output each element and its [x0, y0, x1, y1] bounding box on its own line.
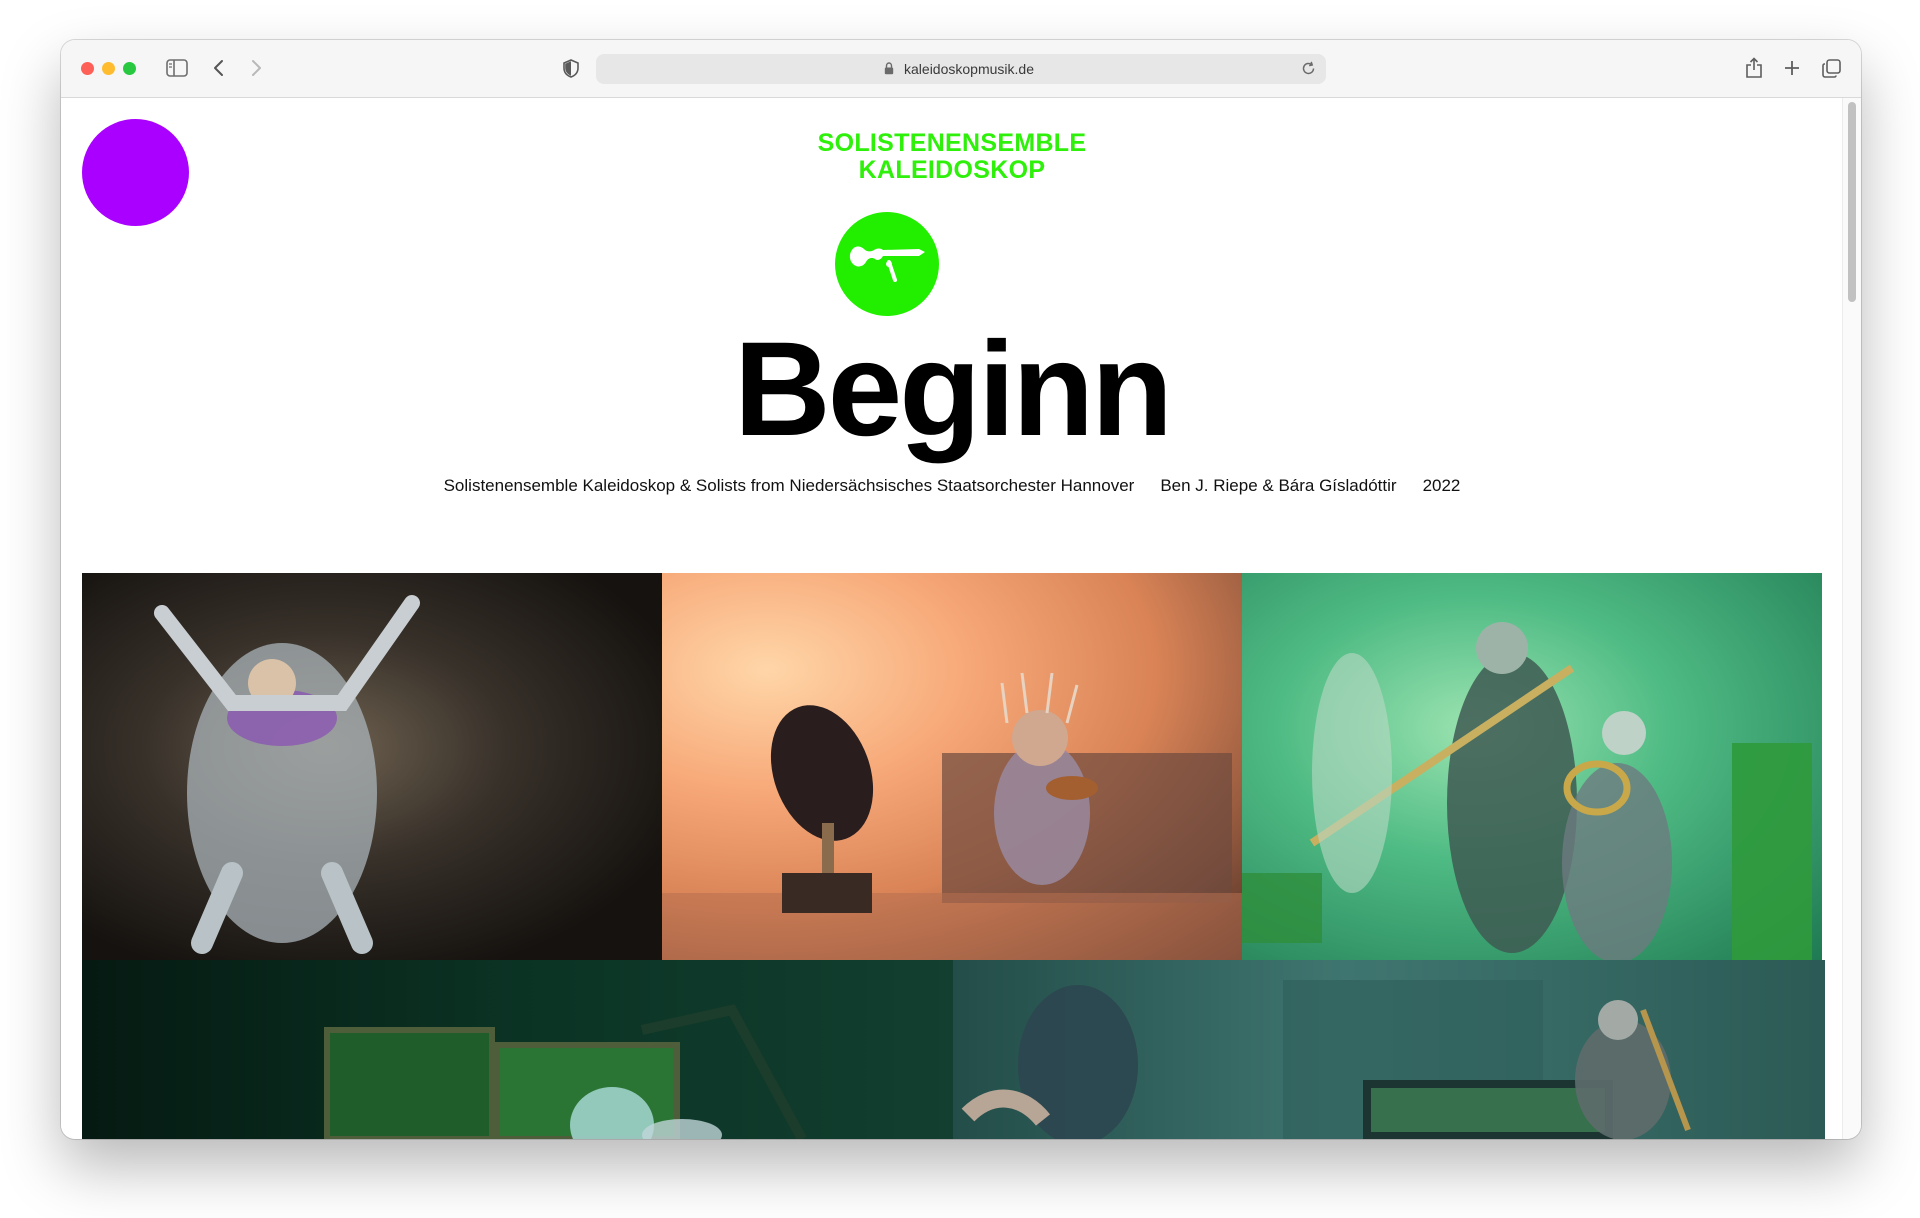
brand-name-line1[interactable]: SOLISTENENSEMBLE: [61, 130, 1843, 157]
gallery-photo-3[interactable]: [1242, 573, 1822, 960]
reload-icon[interactable]: [1301, 61, 1316, 81]
share-icon[interactable]: [1743, 55, 1765, 81]
gallery-photo-1[interactable]: [82, 573, 662, 960]
page-scrollbar[interactable]: [1842, 98, 1861, 1139]
tab-overview-icon[interactable]: [1820, 55, 1842, 81]
sidebar-toggle-icon[interactable]: [164, 55, 190, 81]
violin-icon: [849, 246, 925, 282]
minimize-window-button[interactable]: [102, 62, 115, 75]
gallery-photo-4[interactable]: [82, 960, 953, 1139]
production-title: Beginn: [733, 315, 1173, 464]
new-tab-icon[interactable]: [1781, 55, 1803, 81]
instrument-badge: [835, 212, 939, 316]
credits-year: 2022: [1422, 476, 1461, 495]
address-url: kaleidoskopmusik.de: [904, 61, 1034, 77]
production-credits: Solistenensemble Kaleidoskop & Solists f…: [61, 476, 1843, 496]
gallery-photo-5[interactable]: [953, 960, 1825, 1139]
browser-toolbar: kaleidoskopmusik.de: [61, 40, 1861, 98]
page-content: SOLISTENENSEMBLE KALEIDOSKOP Beginn Soli…: [61, 98, 1843, 1139]
brand-name-line2[interactable]: KALEIDOSKOP: [61, 157, 1843, 184]
zoom-window-button[interactable]: [123, 62, 136, 75]
privacy-shield-icon[interactable]: [561, 55, 581, 81]
address-bar[interactable]: kaleidoskopmusik.de: [596, 54, 1326, 84]
credits-performers: Solistenensemble Kaleidoskop & Solists f…: [443, 476, 1135, 495]
close-window-button[interactable]: [81, 62, 94, 75]
browser-window: kaleidoskopmusik.de SOLISTENENSEMBLE KAL…: [61, 40, 1861, 1139]
credits-directors: Ben J. Riepe & Bára Gísladóttir: [1160, 476, 1397, 495]
back-arrow-icon[interactable]: [209, 55, 229, 81]
scrollbar-thumb[interactable]: [1848, 102, 1856, 302]
gallery-photo-2[interactable]: [662, 573, 1242, 960]
forward-arrow-icon[interactable]: [246, 55, 266, 81]
